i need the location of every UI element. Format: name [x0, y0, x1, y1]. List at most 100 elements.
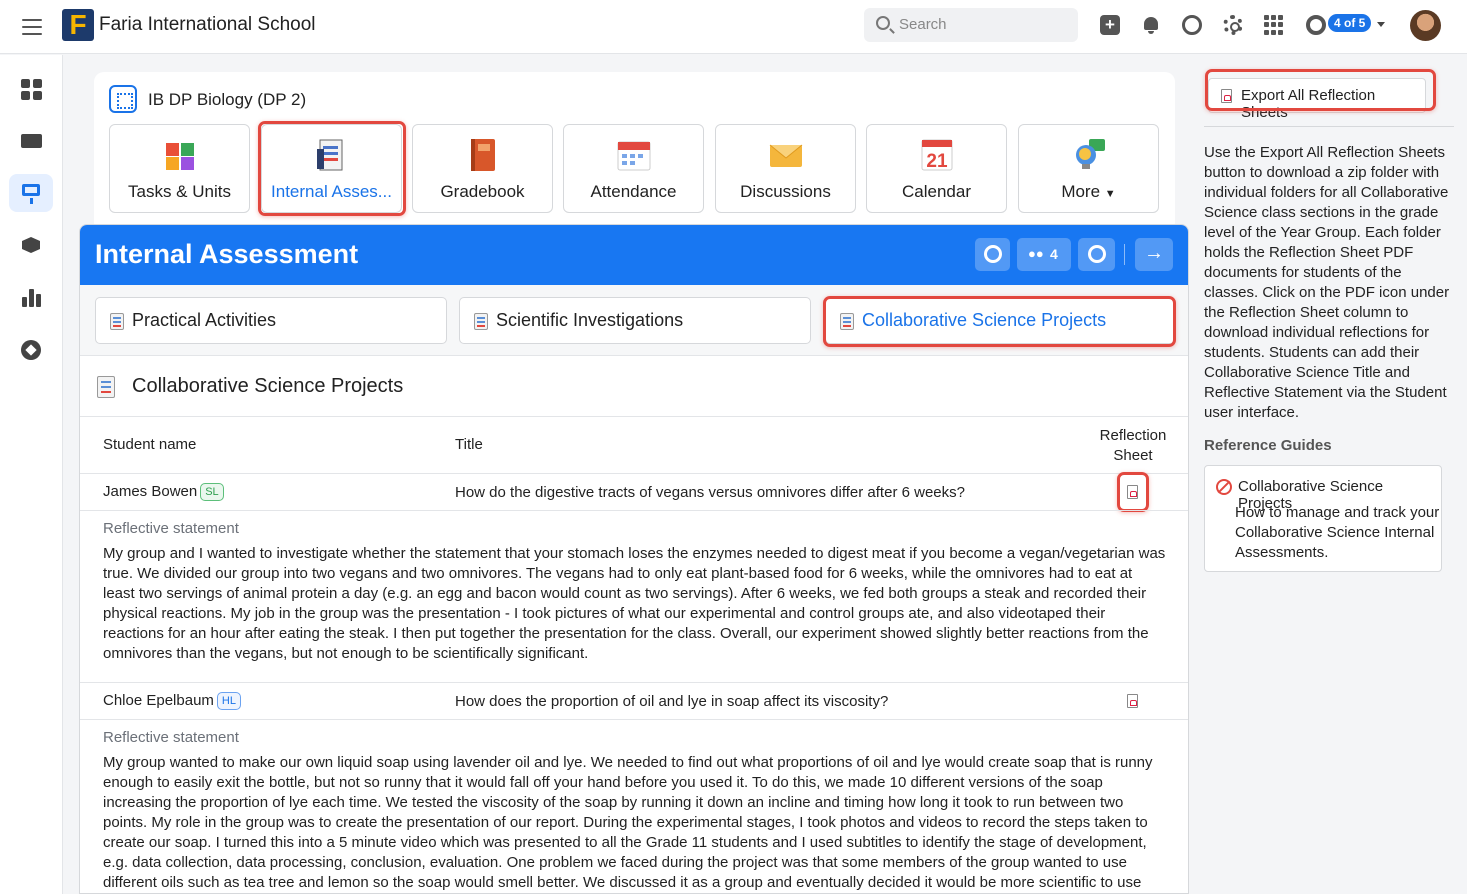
gear-icon[interactable]	[1223, 15, 1243, 35]
sidebar-item-reports[interactable]	[9, 278, 53, 316]
highlight-box	[1205, 69, 1436, 111]
chat-icon[interactable]	[1182, 15, 1202, 35]
level-badge: HL	[216, 692, 241, 710]
tile-label: Tasks & Units	[128, 182, 231, 201]
column-header-reflection: Reflection Sheet	[1098, 426, 1168, 466]
tile-calendar[interactable]: 21 Calendar	[866, 124, 1007, 213]
top-bar: F Faria International School Search + 4 …	[0, 0, 1467, 54]
chevron-down-icon[interactable]	[1377, 22, 1385, 27]
globe-button[interactable]	[1078, 238, 1115, 271]
divider	[80, 416, 1188, 417]
puzzle-icon	[166, 143, 194, 170]
tile-discussions[interactable]: Discussions	[715, 124, 856, 213]
table-row-student: James Bowen SL	[103, 483, 224, 501]
chevron-down-icon: ▼	[1104, 188, 1116, 200]
users-icon: ●●	[1028, 246, 1044, 261]
globe-icon	[1088, 245, 1106, 263]
pdf-icon[interactable]	[1127, 694, 1138, 708]
chat-button[interactable]	[975, 238, 1010, 271]
bell-icon[interactable]	[1141, 15, 1161, 35]
bar-chart-icon	[22, 288, 41, 307]
column-header-line: Reflection	[1099, 427, 1167, 444]
left-sidebar: F	[0, 55, 63, 894]
tile-label: Gradebook	[440, 182, 525, 201]
sidebar-item-teaching[interactable]	[9, 174, 53, 212]
tile-label-text: More	[1061, 182, 1101, 201]
pagination-badge[interactable]: 4 of 5	[1328, 14, 1372, 32]
guide-description: How to manage and track your Collaborati…	[1235, 504, 1440, 561]
school-name: Faria International School	[99, 14, 316, 35]
column-header-title: Title	[455, 436, 483, 453]
reflective-statement: My group wanted to make our own liquid s…	[103, 754, 1153, 891]
tile-label: More ▼	[1019, 182, 1158, 202]
highlight-box	[258, 121, 406, 216]
calendar-day: 21	[926, 151, 948, 172]
tile-tasks-units[interactable]: Tasks & Units	[109, 124, 250, 213]
compass-icon	[21, 340, 41, 360]
divider	[80, 510, 1188, 511]
tile-attendance[interactable]: Attendance	[563, 124, 704, 213]
reference-guide-card[interactable]: Collaborative Science Projects How to ma…	[1204, 465, 1442, 572]
sidebar-item-dashboard[interactable]	[9, 70, 53, 108]
highlight-box	[1117, 472, 1149, 512]
project-title: How do the digestive tracts of vegans ve…	[455, 484, 965, 501]
highlight-box	[823, 296, 1176, 347]
cube-icon	[22, 237, 40, 253]
guide-icon	[1216, 479, 1232, 495]
sidebar-item-explore[interactable]	[9, 330, 53, 368]
search-icon	[876, 16, 890, 30]
group-members-button[interactable]: ●● 4	[1017, 238, 1071, 271]
group-count: 4	[1050, 246, 1058, 262]
divider	[80, 719, 1188, 720]
tile-label: Attendance	[590, 182, 677, 201]
class-icon	[109, 85, 137, 113]
divider	[1204, 126, 1454, 127]
right-panel: Export All Reflection Sheets Use the Exp…	[1189, 55, 1467, 894]
ia-header: Internal Assessment ●● 4 →	[80, 225, 1188, 285]
classroom-icon	[21, 134, 42, 148]
reflective-statement: My group and I wanted to investigate whe…	[103, 545, 1166, 662]
sidebar-item-classes[interactable]	[9, 122, 53, 160]
class-title: IB DP Biology (DP 2)	[148, 90, 307, 109]
dashboard-icon	[21, 79, 42, 100]
attendance-calendar-icon	[617, 141, 651, 171]
tab-practical-activities[interactable]: Practical Activities	[95, 297, 447, 344]
tile-gradebook[interactable]: Gradebook	[412, 124, 553, 213]
arrow-right-button[interactable]: →	[1135, 238, 1173, 271]
ia-title: Internal Assessment	[95, 239, 359, 269]
gradebook-icon	[471, 139, 495, 171]
calendar-icon: 21	[921, 139, 953, 172]
column-header-line: Sheet	[1113, 447, 1153, 464]
reference-guides-heading: Reference Guides	[1204, 437, 1332, 454]
hamburger-menu-icon[interactable]	[22, 14, 42, 38]
section-title: Collaborative Science Projects	[132, 375, 404, 397]
chat-icon	[984, 245, 1002, 263]
tab-scientific-investigations[interactable]: Scientific Investigations	[459, 297, 811, 344]
apps-grid-icon[interactable]	[1264, 15, 1284, 35]
level-badge: SL	[200, 483, 224, 501]
divider	[80, 473, 1188, 474]
document-icon	[97, 376, 115, 398]
divider	[1124, 244, 1125, 265]
reflective-statement-label: Reflective statement	[103, 520, 239, 537]
table-row-student: Chloe Epelbaum HL	[103, 692, 241, 710]
document-icon	[474, 313, 488, 330]
arrow-right-icon: →	[1144, 242, 1164, 264]
lightbulb-icon	[1076, 139, 1105, 169]
student-name[interactable]: Chloe Epelbaum	[103, 692, 214, 709]
search-input[interactable]: Search	[864, 8, 1078, 42]
help-lifering-icon[interactable]	[1306, 15, 1326, 35]
faria-logo-icon[interactable]: F	[62, 9, 94, 41]
sidebar-item-curriculum[interactable]	[9, 226, 53, 264]
tile-label: Discussions	[740, 182, 831, 201]
divider	[80, 682, 1188, 683]
tab-label: Scientific Investigations	[496, 310, 684, 330]
tab-label: Practical Activities	[132, 310, 277, 330]
student-name[interactable]: James Bowen	[103, 483, 197, 500]
avatar[interactable]	[1410, 10, 1441, 41]
presentation-icon	[22, 184, 40, 204]
add-icon[interactable]: +	[1100, 15, 1120, 35]
tile-more[interactable]: More ▼	[1018, 124, 1159, 213]
column-header-student: Student name	[103, 436, 197, 453]
internal-assessment-panel: Internal Assessment ●● 4 → Practical Act…	[79, 224, 1189, 894]
